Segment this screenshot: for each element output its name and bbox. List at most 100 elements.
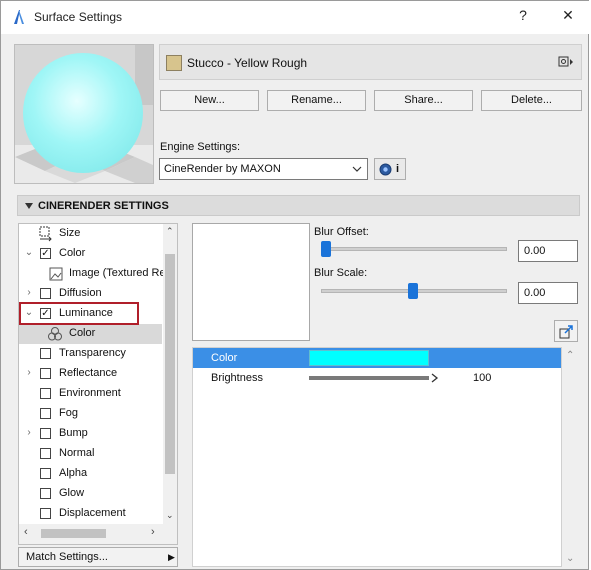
scroll-up-icon[interactable]: ⌃	[166, 226, 174, 237]
close-button[interactable]: ✕	[558, 7, 578, 24]
property-row-brightness[interactable]: Brightness 100	[193, 368, 561, 388]
share-button[interactable]: Share...	[374, 90, 473, 111]
preview-sphere	[23, 53, 143, 173]
tree-item-label: Color	[69, 327, 96, 339]
engine-select[interactable]: CineRender by MAXON	[159, 158, 368, 180]
property-label: Brightness	[211, 372, 263, 384]
rename-button[interactable]: Rename...	[267, 90, 366, 111]
color-swatch[interactable]	[309, 350, 429, 366]
image-icon	[49, 267, 63, 281]
collapsed-chevron-icon[interactable]: ›	[24, 287, 34, 298]
tree-item-label: Image (Textured Re	[69, 267, 166, 279]
tree-item-size[interactable]: Size	[19, 224, 162, 244]
scroll-right-icon[interactable]: ›	[151, 526, 155, 538]
surface-settings-dialog: Surface Settings ? ✕ Stucco - Yellow Rou…	[0, 0, 590, 570]
tree-item-environment[interactable]: Environment	[19, 384, 162, 404]
channel-properties: Color Brightness 100	[192, 347, 562, 567]
channel-tree: Size ⌄ ✓ Color Image (Textured Re › Diff…	[18, 223, 178, 545]
scroll-left-icon[interactable]: ‹	[24, 526, 28, 538]
tree-vertical-scrollbar[interactable]: ⌃ ⌄	[163, 224, 177, 524]
tree-item-fog[interactable]: Fog	[19, 404, 162, 424]
bump-checkbox[interactable]	[40, 428, 51, 439]
tree-item-displacement[interactable]: Displacement	[19, 504, 162, 524]
luminance-highlight-frame	[19, 302, 139, 325]
info-icon: i	[396, 163, 400, 175]
scroll-down-icon[interactable]: ⌄	[166, 510, 174, 521]
collapsed-chevron-icon[interactable]: ›	[24, 367, 34, 378]
tree-item-label: Displacement	[59, 507, 126, 519]
texture-import-button[interactable]	[554, 320, 578, 342]
match-settings-label: Match Settings...	[26, 551, 108, 563]
import-arrow-icon	[559, 325, 573, 339]
brightness-handle-icon[interactable]	[431, 373, 439, 383]
tree-horizontal-thumb[interactable]	[41, 529, 106, 538]
texture-preview	[192, 223, 310, 341]
tree-item-alpha[interactable]: Alpha	[19, 464, 162, 484]
tree-item-color[interactable]: ⌄ ✓ Color	[19, 244, 162, 264]
size-icon	[39, 226, 52, 242]
expanded-chevron-icon[interactable]: ⌄	[24, 247, 34, 258]
property-row-color[interactable]: Color	[193, 348, 561, 368]
color-checkbox[interactable]: ✓	[40, 248, 51, 259]
tree-item-reflectance[interactable]: › Reflectance	[19, 364, 162, 384]
tree-item-glow[interactable]: Glow	[19, 484, 162, 504]
engine-settings-label: Engine Settings:	[160, 141, 241, 153]
diffusion-checkbox[interactable]	[40, 288, 51, 299]
surface-menu-icon[interactable]	[558, 55, 574, 69]
props-scroll-down-icon[interactable]: ⌄	[566, 553, 574, 564]
tree-item-label: Reflectance	[59, 367, 118, 379]
transparency-checkbox[interactable]	[40, 348, 51, 359]
tree-item-transparency[interactable]: Transparency	[19, 344, 162, 364]
surface-color-swatch	[166, 55, 182, 71]
tree-item-diffusion[interactable]: › Diffusion	[19, 284, 162, 304]
collapse-triangle-icon	[25, 203, 33, 209]
tree-item-label: Transparency	[59, 347, 126, 359]
tree-horizontal-scrollbar[interactable]: ‹ ›	[19, 524, 177, 544]
brightness-fill	[309, 376, 429, 380]
tree-vertical-thumb[interactable]	[165, 254, 175, 474]
blur-scale-slider-thumb[interactable]	[408, 283, 418, 299]
tree-item-label: Color	[59, 247, 86, 259]
collapsed-chevron-icon[interactable]: ›	[24, 427, 34, 438]
tree-item-label: Normal	[59, 447, 95, 459]
new-button[interactable]: New...	[160, 90, 259, 111]
blur-offset-slider-thumb[interactable]	[321, 241, 331, 257]
blur-scale-field[interactable]: 0.00	[518, 282, 578, 304]
help-button[interactable]: ?	[513, 7, 533, 23]
blur-offset-track[interactable]	[321, 247, 507, 251]
match-settings-button[interactable]: Match Settings... ▶	[18, 547, 178, 567]
alpha-checkbox[interactable]	[40, 468, 51, 479]
tree-item-label: Glow	[59, 487, 85, 499]
engine-info-button[interactable]: i	[374, 158, 406, 180]
chevron-down-icon	[352, 166, 362, 172]
tree-item-label: Bump	[59, 427, 88, 439]
tree-item-image[interactable]: Image (Textured Re	[19, 264, 166, 284]
tree-item-bump[interactable]: › Bump	[19, 424, 162, 444]
cinerender-section-header[interactable]: CINERENDER SETTINGS	[17, 195, 580, 216]
environment-checkbox[interactable]	[40, 388, 51, 399]
engine-select-value: CineRender by MAXON	[164, 163, 281, 175]
window-title: Surface Settings	[34, 10, 123, 24]
displacement-checkbox[interactable]	[40, 508, 51, 519]
glow-checkbox[interactable]	[40, 488, 51, 499]
surface-name: Stucco - Yellow Rough	[187, 56, 308, 70]
brightness-track[interactable]	[309, 376, 429, 380]
normal-checkbox[interactable]	[40, 448, 51, 459]
blur-offset-field[interactable]: 0.00	[518, 240, 578, 262]
submenu-arrow-icon: ▶	[168, 552, 175, 562]
tree-item-label: Environment	[59, 387, 121, 399]
props-scroll-up-icon[interactable]: ⌃	[566, 350, 574, 361]
tree-item-luminance-color[interactable]: Color	[19, 324, 162, 344]
fog-checkbox[interactable]	[40, 408, 51, 419]
archicad-logo-icon	[14, 10, 24, 24]
tree-item-label: Fog	[59, 407, 78, 419]
tree-item-normal[interactable]: Normal	[19, 444, 162, 464]
property-label: Color	[211, 352, 238, 364]
brightness-value: 100	[473, 372, 492, 384]
delete-button[interactable]: Delete...	[481, 90, 582, 111]
reflectance-checkbox[interactable]	[40, 368, 51, 379]
tree-item-label: Alpha	[59, 467, 88, 479]
title-bar: Surface Settings ? ✕	[1, 1, 590, 34]
surface-name-panel: Stucco - Yellow Rough	[159, 44, 582, 80]
tree-item-label: Size	[59, 227, 81, 239]
